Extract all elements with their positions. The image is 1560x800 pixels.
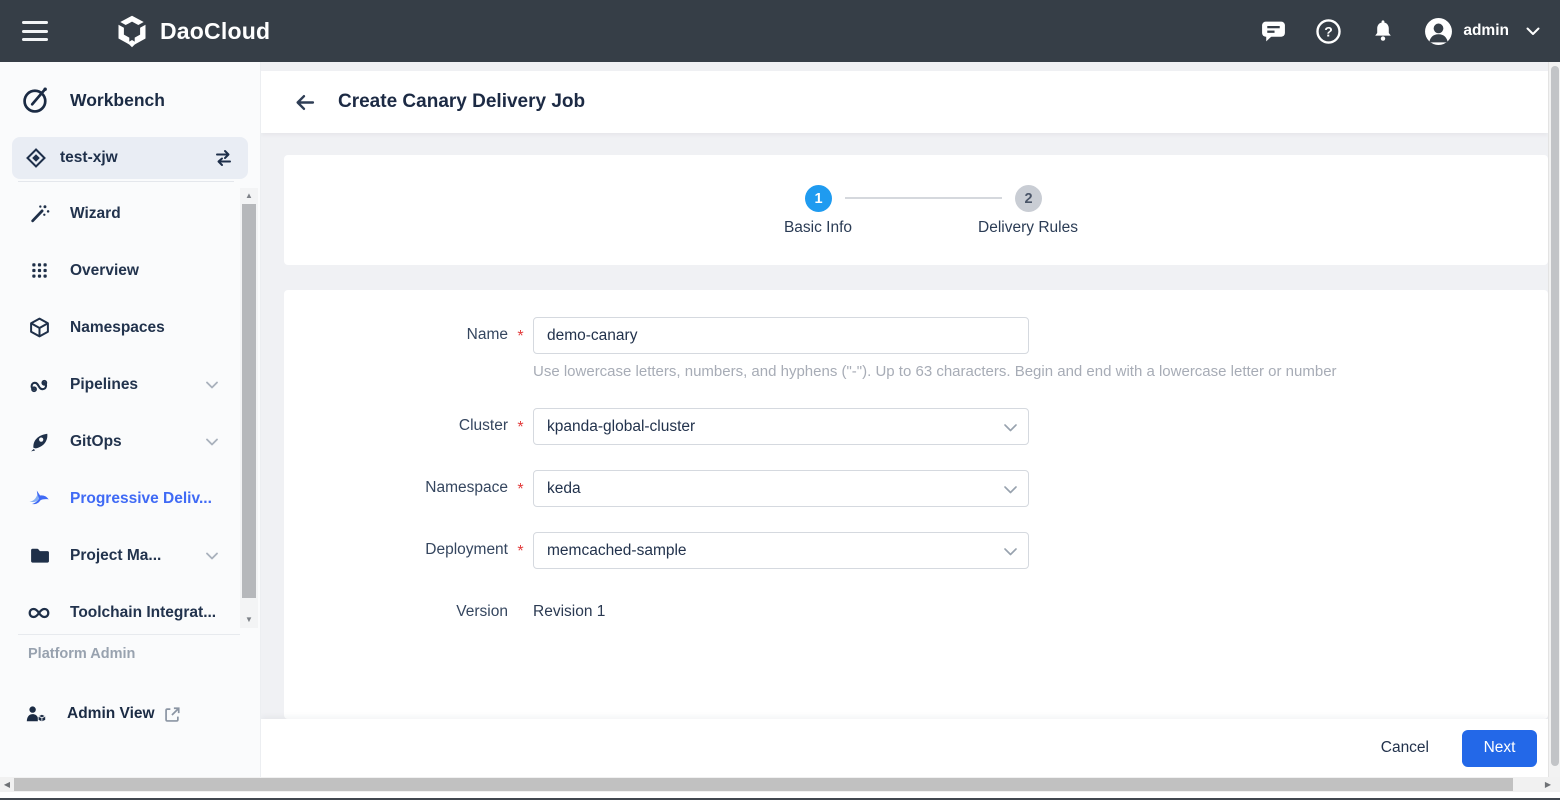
name-field-row: Name * [284, 317, 1324, 354]
sidebar-item-pipelines[interactable]: Pipelines [0, 356, 240, 413]
sidebar-item-progressive-delivery[interactable]: Progressive Deliv... [0, 470, 240, 527]
user-menu-chevron-down-icon[interactable] [1526, 27, 1540, 36]
scroll-down-arrow-icon[interactable]: ▼ [240, 613, 258, 627]
page-title: Create Canary Delivery Job [338, 91, 585, 113]
user-name[interactable]: admin [1463, 22, 1509, 40]
workspace-diamond-icon [26, 148, 46, 168]
notifications-icon[interactable] [1369, 17, 1397, 45]
name-label: Name [284, 317, 508, 344]
module-switcher-workbench[interactable]: Workbench [22, 86, 165, 114]
step-1-label: Basic Info [758, 219, 878, 237]
sidebar-item-overview[interactable]: Overview [0, 242, 240, 299]
namespace-select-value: keda [547, 480, 581, 498]
vertical-scrollbar-thumb[interactable] [1551, 66, 1559, 766]
basic-info-form-card: Name * Use lowercase letters, numbers, a… [284, 290, 1548, 719]
version-field-row: Version Revision 1 [284, 594, 1324, 621]
namespace-field-row: Namespace * keda [284, 470, 1324, 507]
chevron-down-icon [1004, 486, 1017, 494]
step-2-indicator[interactable]: 2 [1015, 185, 1042, 212]
sidebar-item-namespaces[interactable]: Namespaces [0, 299, 240, 356]
app-window: DaoCloud ? [0, 0, 1560, 800]
deployment-field-row: Deployment * memcached-sample [284, 532, 1324, 569]
required-asterisk: * [508, 408, 533, 437]
name-hint-text: Use lowercase letters, numbers, and hyph… [533, 363, 1413, 380]
chevron-down-icon [1004, 424, 1017, 432]
sidebar-item-gitops[interactable]: GitOps [0, 413, 240, 470]
namespace-select[interactable]: keda [533, 470, 1029, 507]
magic-wand-icon [28, 203, 50, 224]
back-arrow-icon[interactable] [294, 92, 315, 113]
stepper-card: 1 2 Basic Info Delivery Rules [284, 155, 1548, 265]
folder-icon [28, 545, 50, 566]
scroll-up-arrow-icon[interactable]: ▲ [240, 189, 258, 203]
next-button[interactable]: Next [1462, 730, 1537, 767]
sidebar-scrollbar[interactable]: ▲ ▼ [240, 188, 258, 628]
daocloud-logo-icon [114, 13, 150, 49]
cluster-label: Cluster [284, 408, 508, 435]
chevron-down-icon [1004, 548, 1017, 556]
sidebar-menu: Wizard Overview [0, 185, 240, 641]
cancel-button[interactable]: Cancel [1381, 739, 1429, 757]
horizontal-scrollbar[interactable]: ◀ ▶ [0, 777, 1560, 792]
spacer [508, 594, 533, 605]
admin-person-icon [26, 705, 47, 723]
workspace-selector[interactable]: test-xjw [12, 137, 248, 179]
chevron-down-icon[interactable] [206, 381, 218, 389]
external-link-icon [165, 707, 180, 722]
grid-dots-icon [28, 261, 50, 280]
footer-action-bar: Cancel Next [261, 719, 1548, 777]
rocket-icon [28, 431, 50, 452]
messages-icon[interactable] [1259, 17, 1287, 45]
daocloud-logo[interactable]: DaoCloud [114, 13, 270, 49]
sidebar-item-wizard[interactable]: Wizard [0, 185, 240, 242]
required-asterisk: * [508, 317, 533, 346]
chevron-down-icon[interactable] [206, 552, 218, 560]
deployment-label: Deployment [284, 532, 508, 559]
namespace-label: Namespace [284, 470, 508, 497]
divider [18, 634, 240, 635]
version-label: Version [284, 594, 508, 621]
chevron-down-icon[interactable] [206, 438, 218, 446]
workbench-icon [22, 86, 50, 114]
deployment-select-value: memcached-sample [547, 542, 687, 560]
bottom-window-edge [0, 792, 1560, 800]
swap-icon[interactable] [213, 148, 234, 168]
bird-icon [28, 489, 50, 508]
top-navigation-bar: DaoCloud ? [0, 0, 1560, 62]
cube-icon [28, 317, 50, 338]
step-connector-line [845, 197, 1002, 199]
menu-toggle-icon[interactable] [22, 21, 48, 41]
scroll-left-arrow-icon[interactable]: ◀ [0, 777, 14, 792]
page-header: Create Canary Delivery Job [261, 71, 1548, 133]
brand-name: DaoCloud [160, 18, 270, 45]
horizontal-scrollbar-thumb[interactable] [14, 778, 1513, 791]
module-title: Workbench [70, 90, 165, 111]
platform-admin-section-label: Platform Admin [28, 646, 135, 662]
workspace-name: test-xjw [60, 149, 118, 167]
deployment-select[interactable]: memcached-sample [533, 532, 1029, 569]
infinity-icon [28, 605, 50, 621]
pipeline-icon [28, 374, 50, 395]
step-2-label: Delivery Rules [948, 219, 1108, 237]
cluster-field-row: Cluster * kpanda-global-cluster [284, 408, 1324, 445]
required-asterisk: * [508, 470, 533, 499]
divider [18, 181, 234, 182]
sidebar-item-admin-view[interactable]: Admin View [0, 696, 240, 732]
vertical-scrollbar[interactable] [1548, 62, 1560, 777]
version-value: Revision 1 [533, 594, 605, 621]
name-input[interactable] [533, 317, 1029, 354]
user-avatar-icon[interactable] [1424, 17, 1453, 46]
sidebar: Workbench test-xjw [0, 62, 261, 777]
step-1-indicator[interactable]: 1 [805, 185, 832, 212]
help-icon[interactable]: ? [1314, 17, 1342, 45]
required-asterisk: * [508, 532, 533, 561]
sidebar-item-project-management[interactable]: Project Ma... [0, 527, 240, 584]
cluster-select-value: kpanda-global-cluster [547, 418, 695, 436]
sidebar-item-toolchain-integration[interactable]: Toolchain Integrat... [0, 584, 240, 641]
cluster-select[interactable]: kpanda-global-cluster [533, 408, 1029, 445]
topbar-actions: ? admin [1232, 17, 1560, 46]
scroll-right-arrow-icon[interactable]: ▶ [1541, 777, 1555, 792]
svg-text:?: ? [1324, 23, 1333, 39]
sidebar-scrollbar-thumb[interactable] [242, 204, 256, 598]
